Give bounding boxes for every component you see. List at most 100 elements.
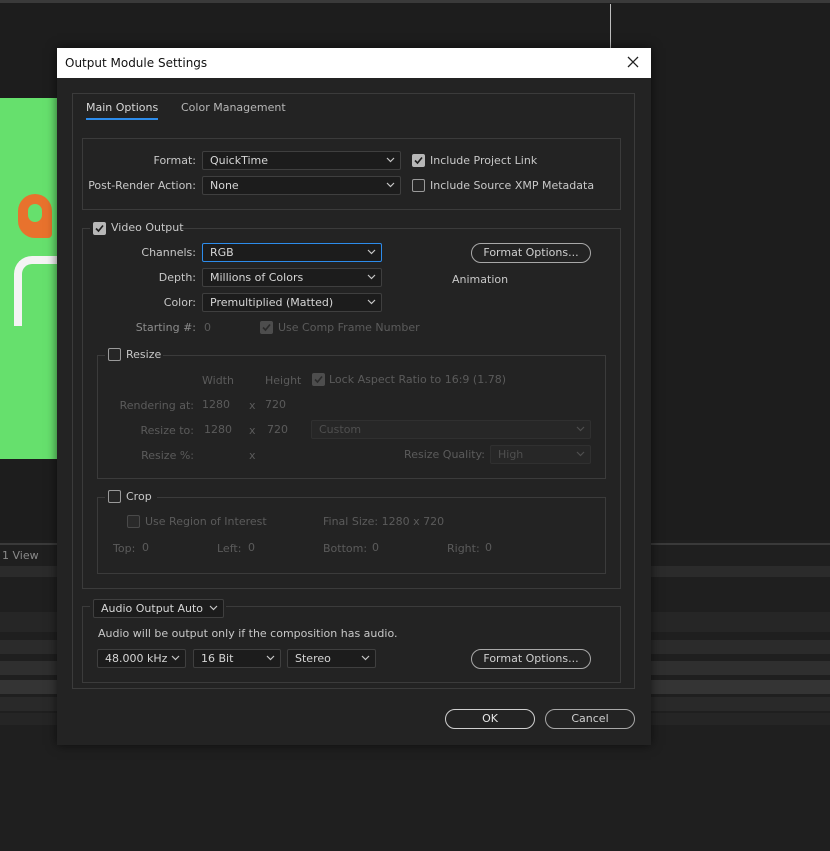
audio-channels-select[interactable]: Stereo [287, 649, 376, 668]
post-render-value: None [210, 179, 239, 192]
rendering-at-height: 720 [265, 398, 286, 411]
format-label: Format: [153, 154, 196, 167]
preview-logo-shape [18, 194, 52, 238]
resize-quality-select[interactable]: High [490, 445, 591, 464]
resize-checkbox[interactable] [108, 348, 121, 361]
crop-right-value[interactable]: 0 [485, 541, 492, 554]
depth-select[interactable]: Millions of Colors [202, 268, 382, 287]
view-selector[interactable]: 1 View [2, 549, 39, 562]
crop-left-label: Left: [217, 542, 242, 555]
video-output-checkbox[interactable] [93, 222, 106, 235]
use-roi-checkbox[interactable] [127, 515, 140, 528]
lock-aspect-label: Lock Aspect Ratio to 16:9 (1.78) [329, 373, 506, 386]
crop-label: Crop [126, 490, 152, 503]
audio-bit-depth-select[interactable]: 16 Bit [193, 649, 281, 668]
resize-quality-value: High [498, 448, 524, 461]
rendering-at-label: Rendering at: [119, 399, 194, 412]
use-comp-frame-label: Use Comp Frame Number [278, 321, 420, 334]
resize-to-label: Resize to: [140, 424, 195, 437]
format-group [82, 138, 621, 210]
audio-bit-depth-value: 16 Bit [201, 652, 234, 665]
format-select[interactable]: QuickTime [202, 151, 401, 170]
chevron-down-icon [367, 274, 376, 280]
channels-value: RGB [210, 246, 234, 259]
crop-group [97, 497, 606, 574]
lock-aspect-checkbox[interactable] [312, 373, 325, 386]
resize-to-height[interactable]: 720 [267, 423, 288, 436]
width-header: Width [202, 374, 234, 387]
rendering-at-width: 1280 [202, 398, 230, 411]
chevron-down-icon [171, 655, 180, 661]
channels-label: Channels: [141, 246, 196, 259]
tab-main-options[interactable]: Main Options [86, 101, 159, 120]
chevron-down-icon [386, 157, 395, 163]
color-select[interactable]: Premultiplied (Matted) [202, 293, 382, 312]
resize-to-x: x [249, 424, 256, 437]
resize-to-width[interactable]: 1280 [204, 423, 232, 436]
include-project-link-checkbox[interactable] [412, 154, 425, 167]
resize-preset-select[interactable]: Custom [311, 420, 591, 439]
use-comp-frame-checkbox[interactable] [260, 321, 273, 334]
chevron-down-icon [361, 655, 370, 661]
chevron-down-icon [367, 249, 376, 255]
audio-note: Audio will be output only if the composi… [98, 627, 398, 640]
use-roi-label: Use Region of Interest [145, 515, 267, 528]
checkmark-icon [262, 323, 271, 332]
post-render-select[interactable]: None [202, 176, 401, 195]
cancel-button[interactable]: Cancel [545, 709, 635, 729]
dialog-title: Output Module Settings [65, 56, 208, 70]
crop-bottom-label: Bottom: [323, 542, 368, 555]
color-value: Premultiplied (Matted) [210, 296, 334, 309]
video-format-options-button[interactable]: Format Options... [471, 243, 591, 263]
crop-right-label: Right: [447, 542, 480, 555]
codec-label: Animation [452, 273, 509, 286]
ok-button[interactable]: OK [445, 709, 535, 729]
rendering-at-x: x [249, 399, 256, 412]
include-xmp-checkbox[interactable] [412, 179, 425, 192]
audio-output-mode-select[interactable]: Audio Output Auto [93, 599, 224, 618]
resize-quality-label: Resize Quality: [404, 448, 485, 461]
resize-preset-value: Custom [319, 423, 362, 436]
tab-color-management[interactable]: Color Management [181, 101, 286, 114]
starting-number-label: Starting #: [135, 321, 196, 334]
dialog-titlebar: Output Module Settings [57, 48, 651, 78]
starting-number-value[interactable]: 0 [204, 321, 211, 334]
resize-label: Resize [126, 348, 162, 361]
resize-percent-label: Resize %: [141, 449, 194, 462]
audio-output-mode-value: Audio Output Auto [101, 602, 204, 615]
channels-select[interactable]: RGB [202, 243, 382, 262]
post-render-label: Post-Render Action: [88, 179, 196, 192]
audio-format-options-button[interactable]: Format Options... [471, 649, 591, 669]
chevron-down-icon [386, 182, 395, 188]
chevron-down-icon [209, 605, 218, 611]
crop-top-value[interactable]: 0 [142, 541, 149, 554]
app-top-bar [0, 0, 830, 3]
audio-sample-rate-select[interactable]: 48.000 kHz [97, 649, 186, 668]
preview-letter-shape [14, 256, 58, 326]
chevron-down-icon [367, 299, 376, 305]
audio-channels-value: Stereo [295, 652, 331, 665]
crop-bottom-value[interactable]: 0 [372, 541, 379, 554]
format-value: QuickTime [210, 154, 269, 167]
checkmark-icon [414, 156, 423, 165]
color-label: Color: [163, 296, 196, 309]
output-module-settings-dialog: Output Module Settings Main Options Colo… [57, 48, 651, 745]
crop-checkbox[interactable] [108, 490, 121, 503]
composition-preview [0, 98, 58, 459]
resize-percent-x: x [249, 449, 256, 462]
height-header: Height [265, 374, 302, 387]
checkmark-icon [95, 224, 104, 233]
chevron-down-icon [576, 426, 585, 432]
chevron-down-icon [576, 451, 585, 457]
include-project-link-label: Include Project Link [430, 154, 538, 167]
checkmark-icon [314, 375, 323, 384]
close-icon[interactable] [624, 53, 642, 71]
video-output-label: Video Output [111, 221, 184, 234]
timeline-playhead-line [610, 4, 611, 48]
crop-left-value[interactable]: 0 [248, 541, 255, 554]
chevron-down-icon [266, 655, 275, 661]
final-size-label: Final Size: 1280 x 720 [323, 515, 445, 528]
audio-sample-rate-value: 48.000 kHz [105, 652, 168, 665]
crop-top-label: Top: [113, 542, 136, 555]
depth-label: Depth: [158, 271, 196, 284]
